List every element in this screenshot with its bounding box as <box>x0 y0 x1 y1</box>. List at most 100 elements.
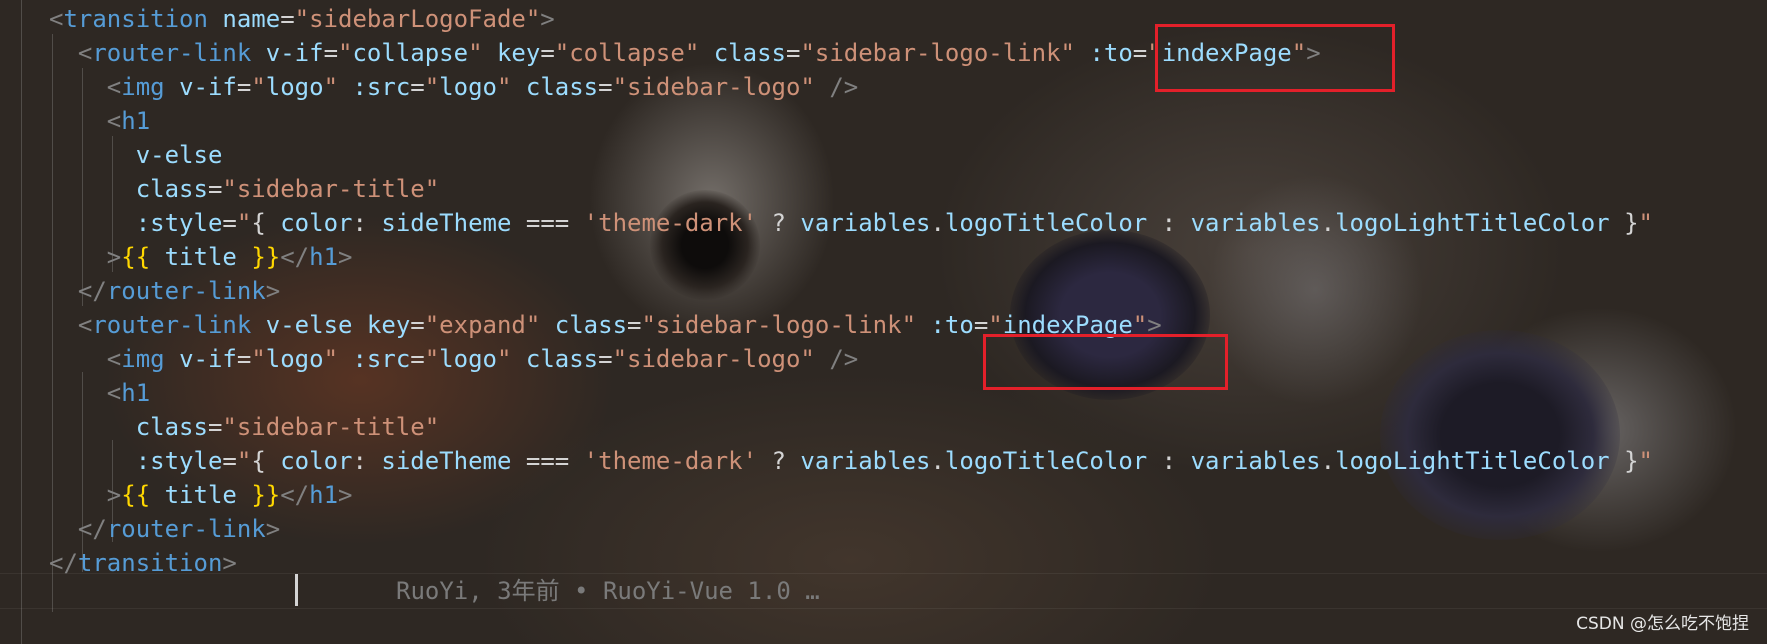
csdn-watermark: CSDN @怎么吃不饱捏 <box>1576 614 1749 634</box>
code-token: < <box>49 5 64 33</box>
code-token: = <box>222 209 237 237</box>
code-line[interactable]: </transition> <box>49 546 237 580</box>
code-token: logoLightTitleColor <box>1335 447 1610 475</box>
code-line[interactable]: <img v-if="logo" :src="logo" class="side… <box>49 70 858 104</box>
current-line-highlight <box>0 573 1767 609</box>
code-token: </ <box>77 277 107 305</box>
code-line[interactable]: >{{ title }}</h1> <box>49 240 353 274</box>
code-token: > <box>338 243 353 271</box>
code-line[interactable]: :style="{ color: sideTheme === 'theme-da… <box>49 444 1653 478</box>
code-token: === <box>511 447 584 475</box>
code-token: < <box>106 73 122 101</box>
code-token: title <box>164 243 237 271</box>
code-line[interactable]: <transition name="sidebarLogoFade"> <box>49 2 555 36</box>
code-line[interactable]: <router-link v-if="collapse" key="collap… <box>49 36 1321 70</box>
code-token: }} <box>251 481 281 509</box>
code-token: v-if <box>265 39 324 67</box>
code-token: sideTheme <box>381 447 512 475</box>
code-line[interactable]: </router-link> <box>49 512 280 546</box>
code-token: 'theme-dark' <box>583 209 758 237</box>
code-token: > <box>265 277 281 305</box>
code-token: " <box>1638 447 1653 475</box>
code-editor: <transition name="sidebarLogoFade"> <rou… <box>0 0 1767 644</box>
code-line[interactable]: v-else <box>49 138 223 172</box>
code-token: : <box>352 209 382 237</box>
code-token: title <box>164 481 237 509</box>
code-token: class <box>525 345 599 373</box>
code-line[interactable]: <img v-if="logo" :src="logo" class="side… <box>49 342 858 376</box>
code-token: " <box>251 345 266 373</box>
code-token: 'theme-dark' <box>583 447 758 475</box>
code-token: > <box>338 481 353 509</box>
code-token: color <box>280 447 353 475</box>
code-line[interactable]: class="sidebar-title" <box>49 410 439 444</box>
code-token: " <box>338 39 353 67</box>
code-token: class <box>713 39 786 67</box>
code-token: variables <box>800 447 931 475</box>
code-token: = <box>222 447 237 475</box>
code-token: :style <box>135 447 223 475</box>
code-token: " <box>251 73 266 101</box>
code-token: : <box>1147 209 1191 237</box>
code-line[interactable]: :style="{ color: sideTheme === 'theme-da… <box>49 206 1653 240</box>
code-token: v-if <box>179 345 237 373</box>
code-token: "collapse" <box>554 39 700 67</box>
code-token: < <box>106 379 122 407</box>
code-token: router-link <box>92 39 252 67</box>
code-token: :to <box>930 311 974 339</box>
code-token: = <box>236 73 252 101</box>
code-token: "expand" <box>424 311 541 339</box>
code-line[interactable]: </router-link> <box>49 274 280 308</box>
code-token: " <box>496 345 512 373</box>
code-token: " <box>236 209 252 237</box>
code-token: }} <box>251 243 281 271</box>
code-token: class <box>135 413 208 441</box>
code-token: h1 <box>121 107 151 135</box>
code-token: collapse <box>352 39 469 67</box>
code-token: key <box>366 311 411 339</box>
code-token: } <box>1609 447 1639 475</box>
code-token: === <box>511 209 584 237</box>
code-line[interactable]: <h1 <box>49 104 150 138</box>
code-token: </ <box>49 549 78 577</box>
code-token: "sidebarLogoFade" <box>294 5 541 33</box>
code-token: < <box>106 107 122 135</box>
code-token: router-link <box>92 311 252 339</box>
text-cursor <box>295 574 298 606</box>
code-token: "sidebar-logo-link" <box>800 39 1075 67</box>
code-token: logo <box>265 345 324 373</box>
code-token: = <box>207 175 223 203</box>
code-token: " <box>496 73 512 101</box>
code-token: " <box>424 73 440 101</box>
code-token: < <box>77 311 93 339</box>
code-token: . <box>930 447 945 475</box>
code-token: < <box>106 345 122 373</box>
code-line[interactable]: >{{ title }}</h1> <box>49 478 353 512</box>
code-line[interactable]: <h1 <box>49 376 150 410</box>
code-token: img <box>121 73 165 101</box>
code-token: class <box>135 175 208 203</box>
code-token: > <box>106 481 122 509</box>
code-token: = <box>598 73 613 101</box>
code-line[interactable]: class="sidebar-title" <box>49 172 439 206</box>
code-token: key <box>496 39 541 67</box>
code-token: </ <box>77 515 107 543</box>
